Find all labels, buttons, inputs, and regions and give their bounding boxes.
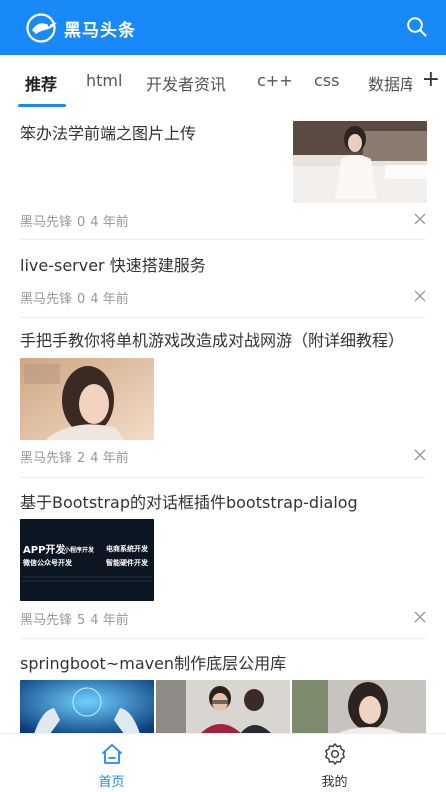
tabbar-mine[interactable]: 我的 [223,734,446,792]
close-icon[interactable] [414,611,426,623]
tabbar-home-label: 首页 [98,775,125,790]
app-logo: 黑马头条 [26,13,136,43]
article-thumbnail [156,680,290,734]
article-comments: 5 [77,613,86,628]
article-comments: 0 [77,292,86,307]
article-item[interactable]: 基于Bootstrap的对话框插件bootstrap-dialog APP开发 … [20,478,426,639]
article-item[interactable]: live-server 快速搭建服务 黑马先锋 0 4 年前 [20,240,426,318]
article-author: 黑马先锋 [20,215,73,230]
article-author: 黑马先锋 [20,613,73,628]
home-icon [102,744,122,764]
channel-tabs: 推荐 html 开发者资讯 c++ css 数据库 + [0,55,446,109]
article-item[interactable]: springboot~maven制作底层公用库 [20,639,426,734]
top-nav-bar: 黑马头条 [0,0,446,55]
search-icon[interactable] [406,16,428,38]
article-title[interactable]: 笨办法学前端之图片上传 [20,123,196,145]
close-icon[interactable] [414,213,426,225]
article-time: 4 年前 [90,292,129,307]
tab-cpp[interactable]: c++ [257,71,293,90]
tab-recommend[interactable]: 推荐 [25,71,57,95]
article-time: 4 年前 [90,215,129,230]
thumbnail-caption: 微信公众号开发 [23,559,72,567]
thumbnail-caption: APP开发 [23,545,66,556]
thumbnail-caption: 智能硬件开发 [106,559,148,567]
article-author: 黑马先锋 [20,292,73,307]
article-title[interactable]: springboot~maven制作底层公用库 [20,653,286,675]
thumbnail-caption: 小程序开发 [64,547,95,554]
article-meta: 黑马先锋 0 4 年前 [20,211,134,230]
article-meta: 黑马先锋 5 4 年前 [20,609,134,628]
tab-dev-news[interactable]: 开发者资讯 [146,71,226,95]
tabbar-mine-label: 我的 [321,775,348,790]
article-item[interactable]: 笨办法学前端之图片上传 黑马先锋 0 4 年前 [20,109,427,240]
article-meta: 黑马先锋 0 4 年前 [20,288,134,307]
active-tab-indicator [18,104,66,107]
article-title[interactable]: 基于Bootstrap的对话框插件bootstrap-dialog [20,492,358,514]
article-thumbnail [292,680,426,734]
article-thumbnail [20,680,154,734]
article-author: 黑马先锋 [20,451,73,466]
gear-icon [325,743,345,765]
article-title[interactable]: 手把手教你将单机游戏改造成对战网游（附详细教程） [20,330,404,352]
bottom-tab-bar: 首页 我的 [0,733,446,792]
tab-html[interactable]: html [86,71,122,90]
tabbar-home[interactable]: 首页 [0,734,223,792]
article-time: 4 年前 [90,613,129,628]
thumbnail-caption: 电商系统开发 [106,545,148,553]
close-icon[interactable] [414,290,426,302]
article-comments: 2 [77,451,86,466]
tab-database[interactable]: 数据库 [368,71,416,95]
article-item[interactable]: 手把手教你将单机游戏改造成对战网游（附详细教程） 黑马先锋 2 4 年前 [20,318,426,478]
plus-icon[interactable]: + [422,67,440,93]
article-thumbnail: APP开发 小程序开发 电商系统开发 微信公众号开发 智能硬件开发 [20,519,154,601]
tab-css[interactable]: css [314,71,339,90]
app-title: 黑马头条 [64,20,136,41]
article-time: 4 年前 [90,451,129,466]
article-title[interactable]: live-server 快速搭建服务 [20,255,206,277]
article-meta: 黑马先锋 2 4 年前 [20,447,134,466]
article-thumbnail [20,358,154,440]
logo-icon [26,13,57,43]
article-thumbnail [293,121,427,203]
article-comments: 0 [77,215,86,230]
close-icon[interactable] [414,449,426,461]
